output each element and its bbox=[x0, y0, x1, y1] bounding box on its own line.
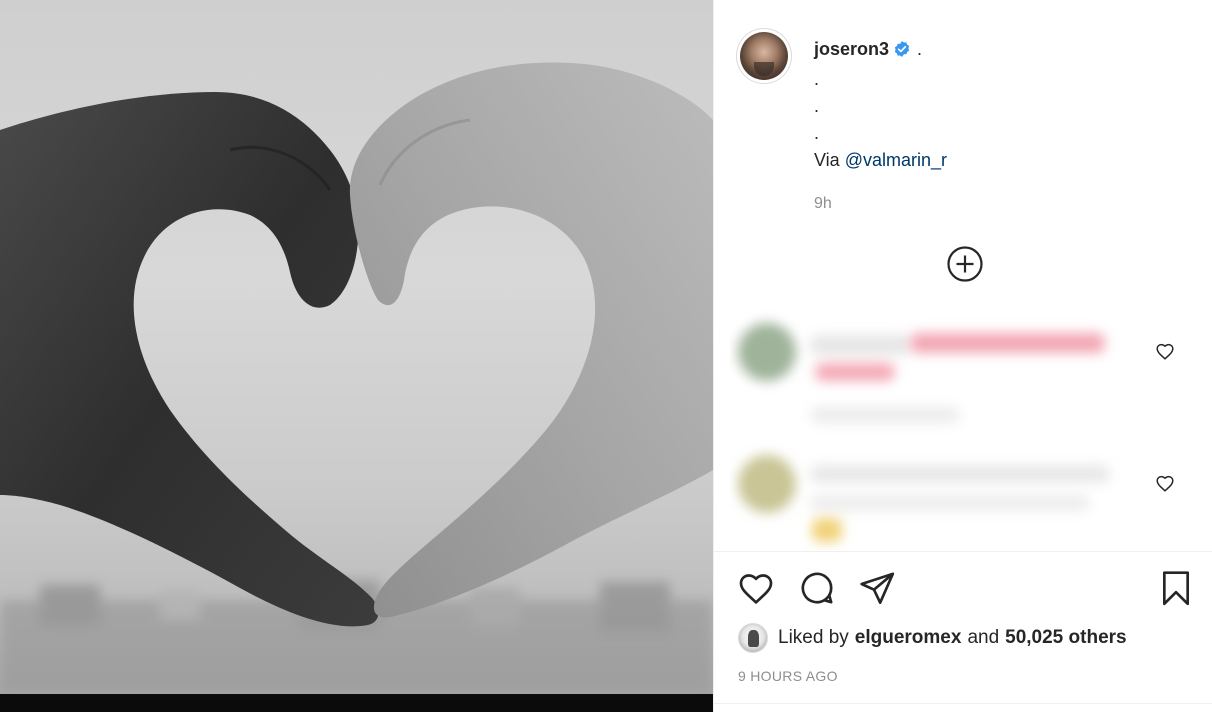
likes-summary: Liked by elgueromex and 50,025 others bbox=[738, 622, 1127, 654]
post-details-panel: joseron3. . . . Via @valmarin_r 9h Liked… bbox=[713, 0, 1212, 712]
comments-list bbox=[730, 295, 1200, 550]
caption-relative-time[interactable]: 9h bbox=[814, 190, 1194, 217]
heart-icon bbox=[739, 574, 773, 604]
comment-text-blurred bbox=[910, 333, 1105, 353]
verified-badge-icon bbox=[893, 39, 911, 66]
liked-by-and: and bbox=[967, 627, 1000, 648]
photo-bottom-bar bbox=[0, 694, 713, 712]
caption-line-3: . bbox=[814, 96, 820, 116]
caption-line-2: . bbox=[814, 69, 820, 89]
caption-via-prefix: Via bbox=[814, 150, 840, 170]
actions-divider bbox=[714, 551, 1212, 552]
liked-by-username[interactable]: elgueromex bbox=[855, 627, 962, 649]
comment-text-blurred bbox=[815, 363, 895, 381]
comment-emoji-blurred bbox=[812, 518, 842, 542]
post-timestamp[interactable]: 9 HOURS AGO bbox=[738, 668, 838, 684]
comment-item bbox=[730, 295, 1200, 423]
caption-line-4: . bbox=[814, 123, 820, 143]
post-action-bar bbox=[736, 568, 1196, 608]
caption-mention-link[interactable]: @valmarin_r bbox=[845, 150, 947, 170]
load-more-comments-button[interactable] bbox=[946, 245, 984, 283]
comment-item bbox=[730, 430, 1200, 550]
comment-like-heart-icon[interactable] bbox=[1154, 340, 1176, 362]
save-button[interactable] bbox=[1156, 568, 1196, 608]
heart-hands-illustration bbox=[0, 62, 713, 694]
caption-line-1: . bbox=[917, 39, 923, 59]
author-avatar-image bbox=[740, 32, 788, 80]
comment-like-heart-icon[interactable] bbox=[1154, 472, 1176, 494]
caption-via-line: Via @valmarin_r bbox=[814, 147, 1194, 174]
comment-text-blurred bbox=[810, 495, 1090, 511]
bottom-divider bbox=[714, 703, 1212, 704]
comment-meta-blurred bbox=[810, 407, 960, 423]
share-button[interactable] bbox=[857, 568, 897, 608]
liker-avatar[interactable] bbox=[738, 623, 768, 653]
comment-text-blurred bbox=[810, 465, 1110, 483]
author-avatar[interactable] bbox=[736, 28, 792, 84]
post-image[interactable] bbox=[0, 0, 713, 712]
comment-avatar bbox=[738, 455, 796, 513]
liked-by-prefix: Liked by bbox=[778, 627, 849, 648]
author-username[interactable]: joseron3 bbox=[814, 39, 889, 59]
likes-others-count[interactable]: 50,025 others bbox=[1005, 627, 1126, 649]
caption: joseron3. . . . Via @valmarin_r 9h bbox=[814, 36, 1194, 217]
plus-circle-icon bbox=[947, 246, 983, 282]
comment-avatar bbox=[738, 323, 796, 381]
comment-username-blurred bbox=[810, 335, 910, 355]
comment-button[interactable] bbox=[797, 568, 837, 608]
bookmark-icon bbox=[1163, 571, 1189, 606]
like-button[interactable] bbox=[736, 568, 776, 608]
comment-icon bbox=[801, 572, 833, 604]
send-icon bbox=[860, 572, 895, 604]
heart-hands-photo bbox=[0, 0, 713, 694]
